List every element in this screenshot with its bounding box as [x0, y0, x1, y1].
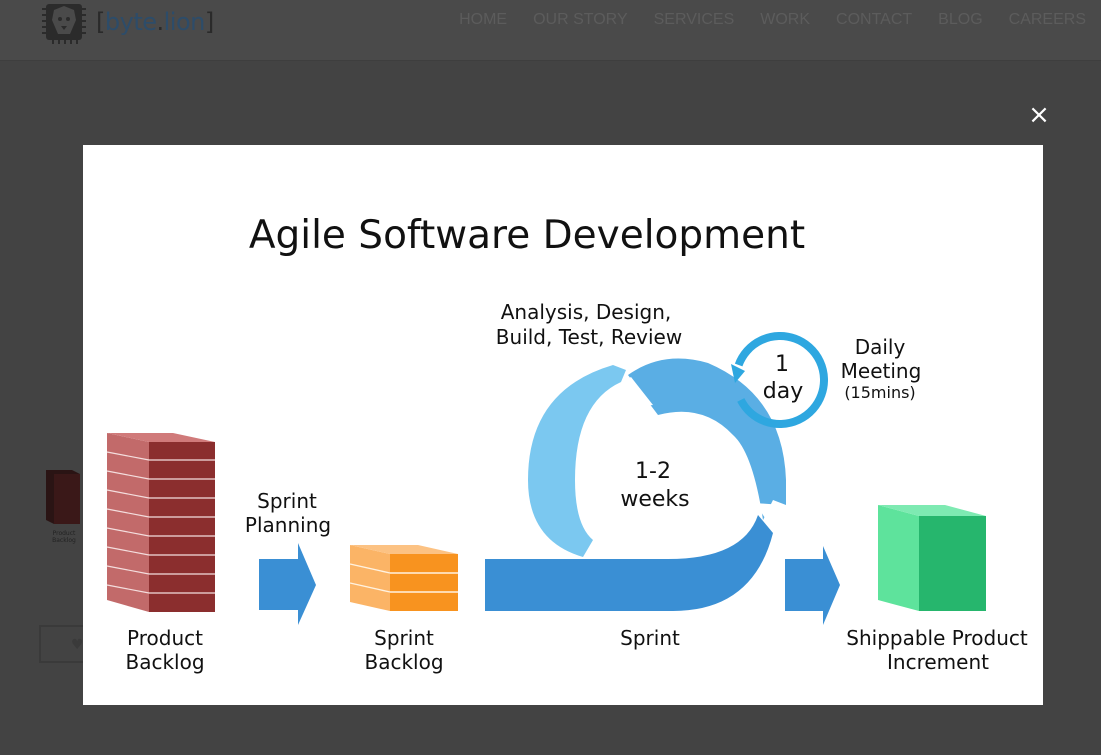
thumb-caption-line-2: Backlog [52, 537, 76, 544]
lightbox-image: Agile Software Development Analysis, Des… [83, 145, 1043, 705]
arrow-right-icon [785, 546, 840, 625]
shippable-increment-cube [878, 505, 986, 611]
product-backlog-line-1: Product [127, 626, 203, 650]
sprint-cycle-graphic [485, 358, 786, 611]
agile-diagram: Agile Software Development Analysis, Des… [106, 213, 1028, 674]
sprint-planning-line-2: Planning [245, 513, 331, 537]
nav-careers[interactable]: CAREERS [996, 10, 1086, 30]
heart-icon: ♥ [71, 637, 84, 653]
activities-line-1: Analysis, Design, [501, 300, 672, 324]
daily-meeting-duration: (15mins) [844, 383, 915, 402]
nav-contact[interactable]: CONTACT [823, 10, 925, 30]
sprint-backlog-stack [349, 545, 458, 611]
logo-brand: byte [104, 8, 157, 36]
background-thumbnail[interactable] [44, 468, 84, 528]
nav-services[interactable]: SERVICES [641, 10, 748, 30]
sprint-label: Sprint [620, 626, 680, 650]
cycle-duration-line-2: weeks [620, 487, 689, 512]
nav-work[interactable]: WORK [747, 10, 823, 30]
daily-meeting-line-1: Daily [855, 335, 906, 359]
nav-blog[interactable]: BLOG [925, 10, 995, 30]
logo-bracket-close: ] [204, 8, 214, 36]
background-thumbnail-caption: Product Backlog [40, 530, 88, 544]
diagram-title: Agile Software Development [249, 213, 805, 258]
logo-dot: . [156, 8, 165, 36]
site-logo[interactable]: [byte.lion] [40, 0, 214, 44]
nav-home[interactable]: HOME [446, 10, 520, 30]
thumb-caption-line-1: Product [52, 530, 76, 537]
daily-unit: day [763, 379, 803, 404]
increment-line-2: Increment [887, 650, 989, 674]
logo-bracket-open: [ [96, 8, 105, 36]
activities-line-2: Build, Test, Review [496, 325, 682, 349]
sprint-planning-line-1: Sprint [257, 489, 317, 513]
cycle-duration-line-1: 1-2 [635, 459, 671, 484]
main-nav: HOME OUR STORY SERVICES WORK CONTACT BLO… [446, 10, 1086, 30]
logo-word: lion [163, 8, 206, 36]
nav-our-story[interactable]: OUR STORY [520, 10, 641, 30]
site-header: [byte.lion] HOME OUR STORY SERVICES WORK… [0, 0, 1101, 61]
daily-meeting-line-2: Meeting [841, 359, 922, 383]
lion-icon [42, 4, 86, 44]
sprint-backlog-line-1: Sprint [374, 626, 434, 650]
background-like-button[interactable]: ♥ [39, 625, 89, 663]
product-backlog-stack [106, 433, 215, 612]
daily-number: 1 [775, 352, 789, 377]
arrow-right-icon [259, 543, 316, 625]
lightbox-close-button[interactable]: × [1026, 102, 1052, 128]
sprint-backlog-line-2: Backlog [364, 650, 443, 674]
product-backlog-line-2: Backlog [125, 650, 204, 674]
increment-line-1: Shippable Product [846, 626, 1028, 650]
